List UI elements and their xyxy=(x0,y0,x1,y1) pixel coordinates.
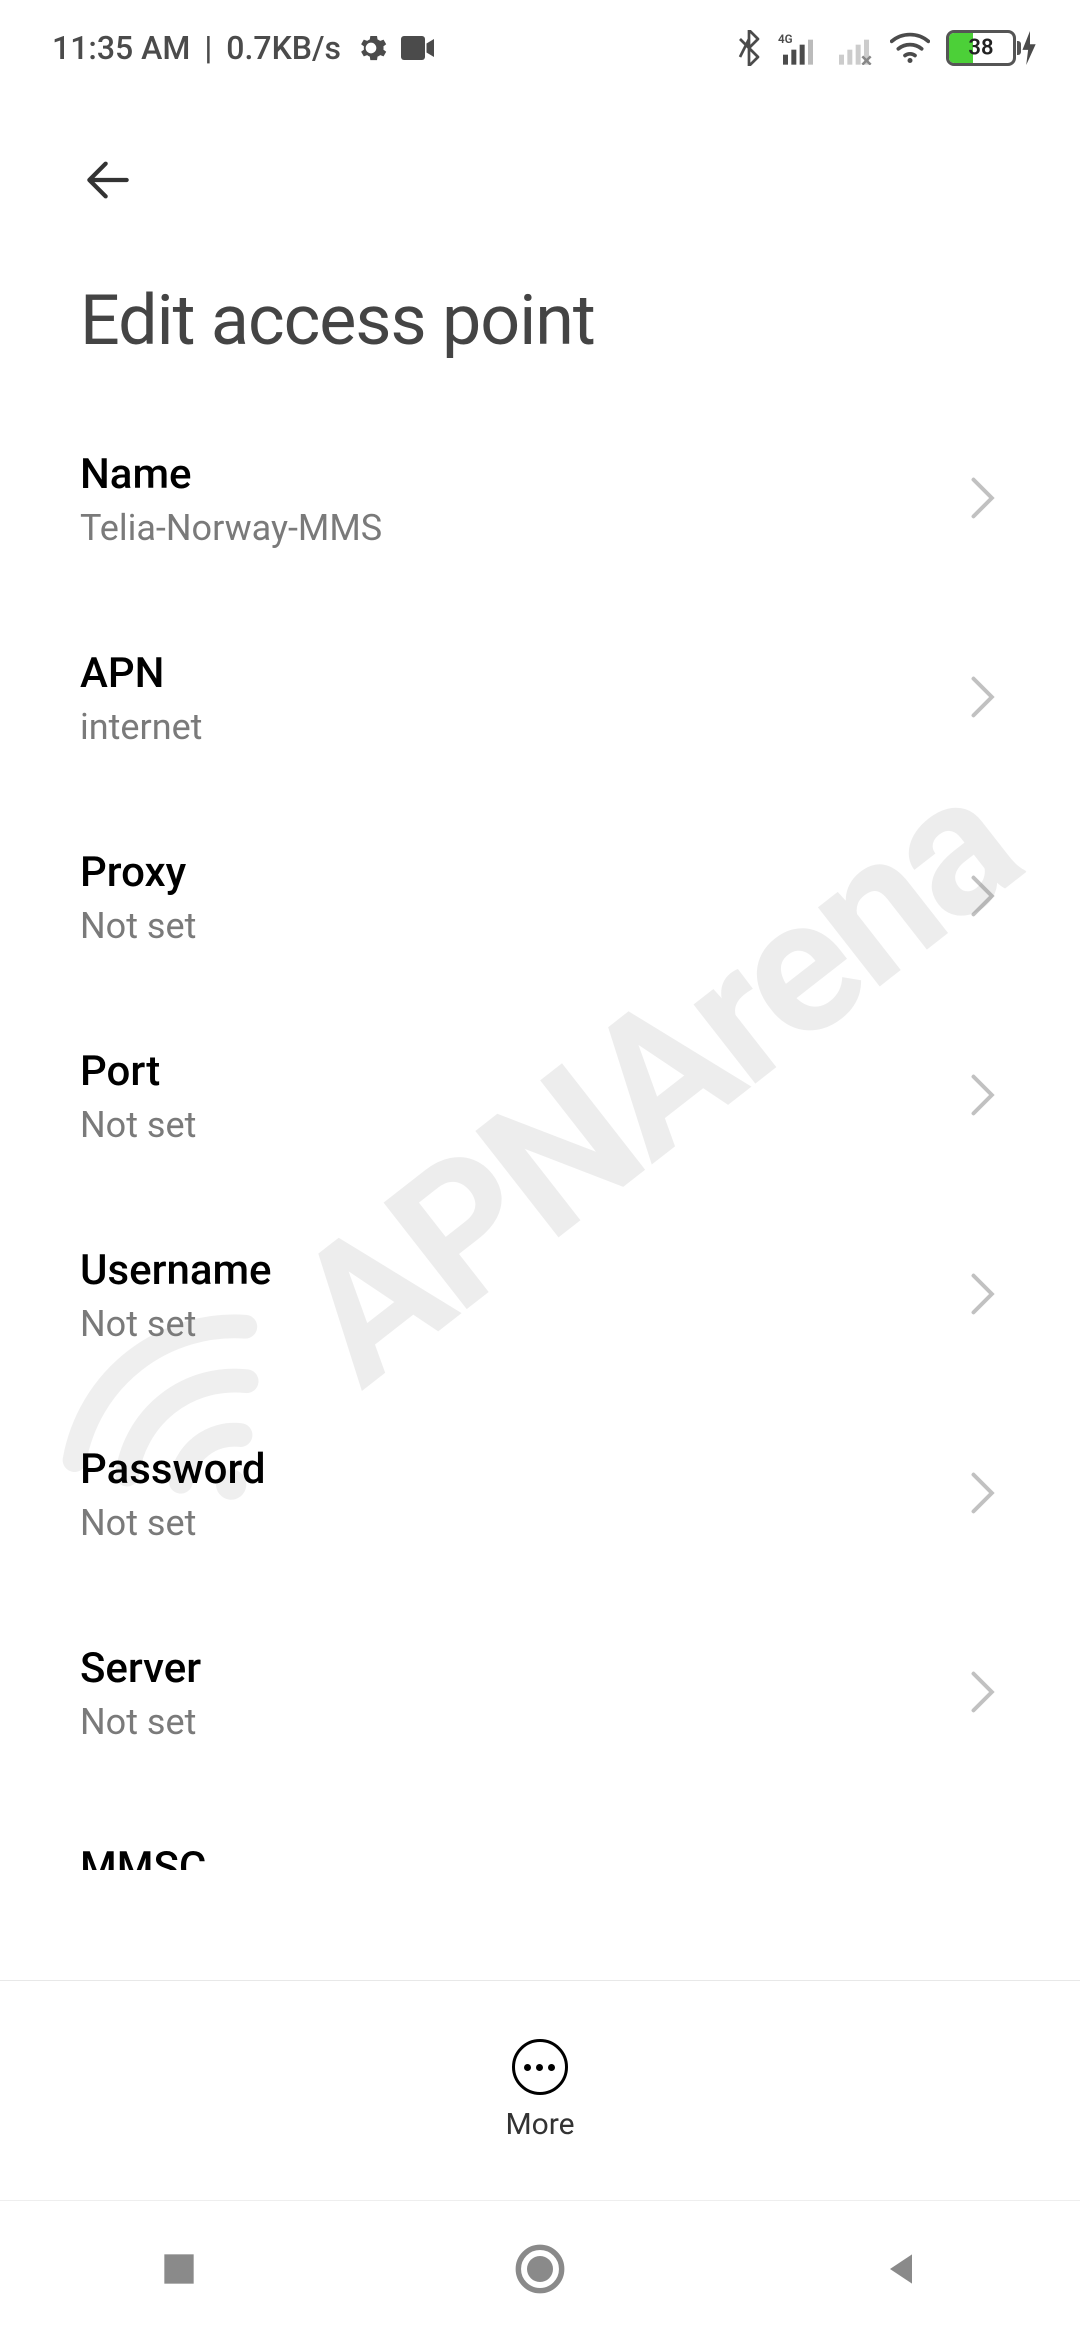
signal-nosim-icon xyxy=(834,31,874,65)
chevron-right-icon xyxy=(968,1472,1000,1518)
row-value: Not set xyxy=(80,1104,928,1146)
row-label: Server xyxy=(80,1644,928,1693)
action-bar: More xyxy=(0,1980,1080,2200)
signal-4g-icon: 4G xyxy=(778,31,818,65)
chevron-right-icon xyxy=(968,1273,1000,1319)
status-time: 11:35 AM xyxy=(52,29,190,67)
charging-icon xyxy=(1020,31,1040,65)
svg-text:4G: 4G xyxy=(778,32,793,46)
status-separator: | xyxy=(204,29,212,67)
apn-field-mmsc[interactable]: MMSC http://10.16.18.4:38090/was xyxy=(80,1793,1000,1870)
more-label: More xyxy=(505,2107,574,2142)
row-value: Telia-Norway-MMS xyxy=(80,507,928,549)
nav-recent-button[interactable] xyxy=(157,2247,201,2295)
chevron-right-icon xyxy=(968,676,1000,722)
battery-icon: 38 xyxy=(946,30,1040,66)
header: Edit access point xyxy=(0,110,1080,362)
circle-icon xyxy=(514,2243,566,2295)
apn-field-username[interactable]: Username Not set xyxy=(80,1196,1000,1395)
back-button[interactable] xyxy=(80,140,160,220)
video-icon xyxy=(401,34,437,62)
nav-home-button[interactable] xyxy=(514,2243,566,2299)
bluetooth-icon xyxy=(736,30,762,66)
chevron-right-icon xyxy=(968,1870,1000,1871)
chevron-right-icon xyxy=(968,1671,1000,1717)
row-value: Not set xyxy=(80,1303,928,1345)
apn-field-password[interactable]: Password Not set xyxy=(80,1395,1000,1594)
apn-field-name[interactable]: Name Telia-Norway-MMS xyxy=(80,400,1000,599)
row-value: Not set xyxy=(80,905,928,947)
more-icon xyxy=(512,2039,568,2095)
page-title: Edit access point xyxy=(80,280,1000,362)
row-label: APN xyxy=(80,649,928,698)
status-bar: 11:35 AM | 0.7KB/s 4G 38 xyxy=(0,0,1080,96)
apn-field-proxy[interactable]: Proxy Not set xyxy=(80,798,1000,997)
gear-icon xyxy=(355,32,387,64)
chevron-right-icon xyxy=(968,477,1000,523)
settings-list: Name Telia-Norway-MMS APN internet Proxy… xyxy=(0,400,1080,1870)
chevron-right-icon xyxy=(968,1074,1000,1120)
row-label: Proxy xyxy=(80,848,928,897)
triangle-left-icon xyxy=(879,2247,923,2291)
row-label: MMSC xyxy=(80,1843,928,1870)
row-value: Not set xyxy=(80,1502,928,1544)
navigation-bar xyxy=(0,2200,1080,2340)
wifi-icon xyxy=(890,32,930,64)
square-icon xyxy=(157,2247,201,2291)
arrow-left-icon xyxy=(80,152,136,208)
row-label: Port xyxy=(80,1047,928,1096)
apn-field-apn[interactable]: APN internet xyxy=(80,599,1000,798)
more-button[interactable]: More xyxy=(505,2039,574,2142)
battery-percent: 38 xyxy=(968,36,993,61)
status-speed: 0.7KB/s xyxy=(226,29,341,67)
apn-field-server[interactable]: Server Not set xyxy=(80,1594,1000,1793)
nav-back-button[interactable] xyxy=(879,2247,923,2295)
row-label: Password xyxy=(80,1445,928,1494)
row-label: Name xyxy=(80,450,928,499)
chevron-right-icon xyxy=(968,875,1000,921)
apn-field-port[interactable]: Port Not set xyxy=(80,997,1000,1196)
row-value: Not set xyxy=(80,1701,928,1743)
row-value: internet xyxy=(80,706,928,748)
row-label: Username xyxy=(80,1246,928,1295)
